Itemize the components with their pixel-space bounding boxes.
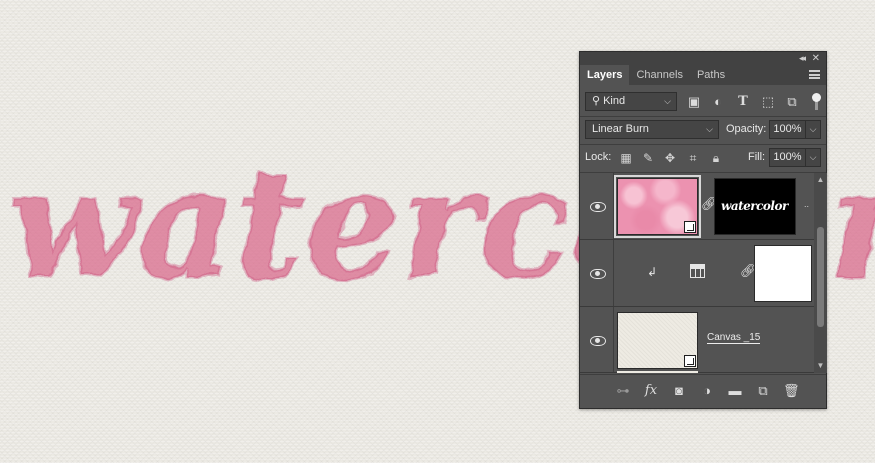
- layer-row-adjustment[interactable]: ↲ 🔗︎: [580, 240, 814, 307]
- opacity-label: Opacity:: [726, 123, 767, 135]
- smart-object-badge-icon: [684, 221, 696, 233]
- layers-panel: ◂◂ ✕ Layers Channels Paths ⚲ Kind ⌵ ▣ ◐ T…: [579, 51, 827, 409]
- smart-object-filter-icon[interactable]: ⧉: [784, 94, 800, 110]
- blend-mode-value: Linear Burn: [592, 123, 649, 135]
- panel-title-bar[interactable]: ◂◂ ✕: [580, 52, 826, 65]
- visibility-eye-icon[interactable]: [590, 268, 606, 279]
- chevron-down-icon: ⌵: [664, 96, 671, 106]
- search-icon: ⚲: [592, 95, 601, 107]
- filter-kind-dropdown[interactable]: ⚲ Kind ⌵: [585, 92, 677, 111]
- adjustment-layer-icon[interactable]: ◑: [699, 383, 715, 399]
- layer-thumbnail-canvas[interactable]: [617, 312, 698, 369]
- scroll-down-icon[interactable]: ▼: [814, 361, 827, 371]
- blend-row: Linear Burn ⌵ Opacity: 100% ⌵: [580, 119, 826, 141]
- opacity-dropdown-arrow[interactable]: ⌵: [806, 120, 821, 139]
- layer-filter-row: ⚲ Kind ⌵ ▣ ◐ T ⬚ ⧉: [580, 91, 826, 113]
- tab-paths[interactable]: Paths: [690, 65, 732, 85]
- filter-toggle-switch[interactable]: [812, 93, 821, 102]
- lock-transparent-icon[interactable]: ▦: [619, 151, 633, 165]
- divider: [580, 116, 826, 117]
- lock-label: Lock:: [585, 151, 612, 163]
- shape-filter-icon[interactable]: ⬚: [760, 94, 776, 110]
- divider: [580, 144, 826, 145]
- add-mask-icon[interactable]: ◙: [671, 383, 687, 399]
- fill-field[interactable]: 100%: [769, 148, 806, 167]
- lock-position-icon[interactable]: ✥: [663, 151, 677, 165]
- levels-adjustment-icon[interactable]: [690, 264, 705, 278]
- fill-dropdown-arrow[interactable]: ⌵: [806, 148, 821, 167]
- layers-bottom-toolbar: ⊶ fx ◙ ◑ ▬ ⧉ 🗑︎: [580, 374, 826, 408]
- trash-icon[interactable]: 🗑︎: [783, 383, 800, 399]
- layer-list: 🔗︎ watercolor .. ↲ 🔗︎ Canvas _15: [580, 173, 814, 373]
- adjustment-filter-icon[interactable]: ◐: [710, 94, 726, 110]
- lock-all-icon[interactable]: 🔒︎: [709, 151, 723, 165]
- next-layer-thumbnail-edge: [617, 371, 698, 373]
- fill-label: Fill:: [748, 151, 766, 163]
- layer-row-canvas[interactable]: Canvas _15: [580, 307, 814, 373]
- layer-row-watercolor[interactable]: 🔗︎ watercolor ..: [580, 173, 814, 240]
- new-layer-icon[interactable]: ⧉: [755, 383, 771, 399]
- smart-object-badge-icon: [684, 355, 696, 367]
- visibility-eye-icon[interactable]: [590, 335, 606, 346]
- image-filter-icon[interactable]: ▣: [686, 94, 702, 110]
- lock-artboard-icon[interactable]: ⌗: [686, 151, 700, 165]
- lock-pixels-icon[interactable]: ✎: [641, 151, 655, 165]
- clipping-arrow-icon: ↲: [647, 265, 658, 279]
- mask-lettering: watercolor: [721, 199, 788, 213]
- layer-thumbnail-watercolor-texture[interactable]: [614, 175, 701, 238]
- tab-channels[interactable]: Channels: [629, 65, 689, 85]
- blend-mode-dropdown[interactable]: Linear Burn ⌵: [585, 120, 719, 139]
- close-panel-icon[interactable]: ✕: [812, 52, 820, 65]
- lock-row: Lock: ▦ ✎ ✥ ⌗ 🔒︎ Fill: 100% ⌵: [580, 147, 826, 169]
- scrollbar-thumb[interactable]: [817, 227, 824, 327]
- layer-overflow-dots: ..: [804, 199, 810, 209]
- filter-kind-label: Kind: [603, 95, 626, 107]
- visibility-eye-icon[interactable]: [590, 201, 606, 212]
- panel-menu-icon[interactable]: [809, 70, 820, 79]
- type-filter-icon[interactable]: T: [735, 94, 751, 110]
- layer-list-scrollbar[interactable]: ▲ ▼: [814, 173, 827, 373]
- layer-name[interactable]: Canvas _15: [707, 332, 761, 344]
- panel-tabs: Layers Channels Paths: [580, 65, 826, 85]
- adjustment-mask-thumbnail[interactable]: [754, 245, 812, 302]
- tab-layers[interactable]: Layers: [580, 65, 630, 85]
- layer-mask-thumbnail[interactable]: watercolor: [714, 178, 796, 235]
- link-layers-icon[interactable]: ⊶: [615, 383, 631, 399]
- chevron-down-icon: ⌵: [706, 124, 713, 134]
- scroll-up-icon[interactable]: ▲: [814, 175, 827, 185]
- group-folder-icon[interactable]: ▬: [727, 383, 743, 399]
- opacity-field[interactable]: 100%: [769, 120, 806, 139]
- collapse-panel-icon[interactable]: ◂◂: [799, 52, 806, 65]
- fx-icon[interactable]: fx: [643, 383, 659, 399]
